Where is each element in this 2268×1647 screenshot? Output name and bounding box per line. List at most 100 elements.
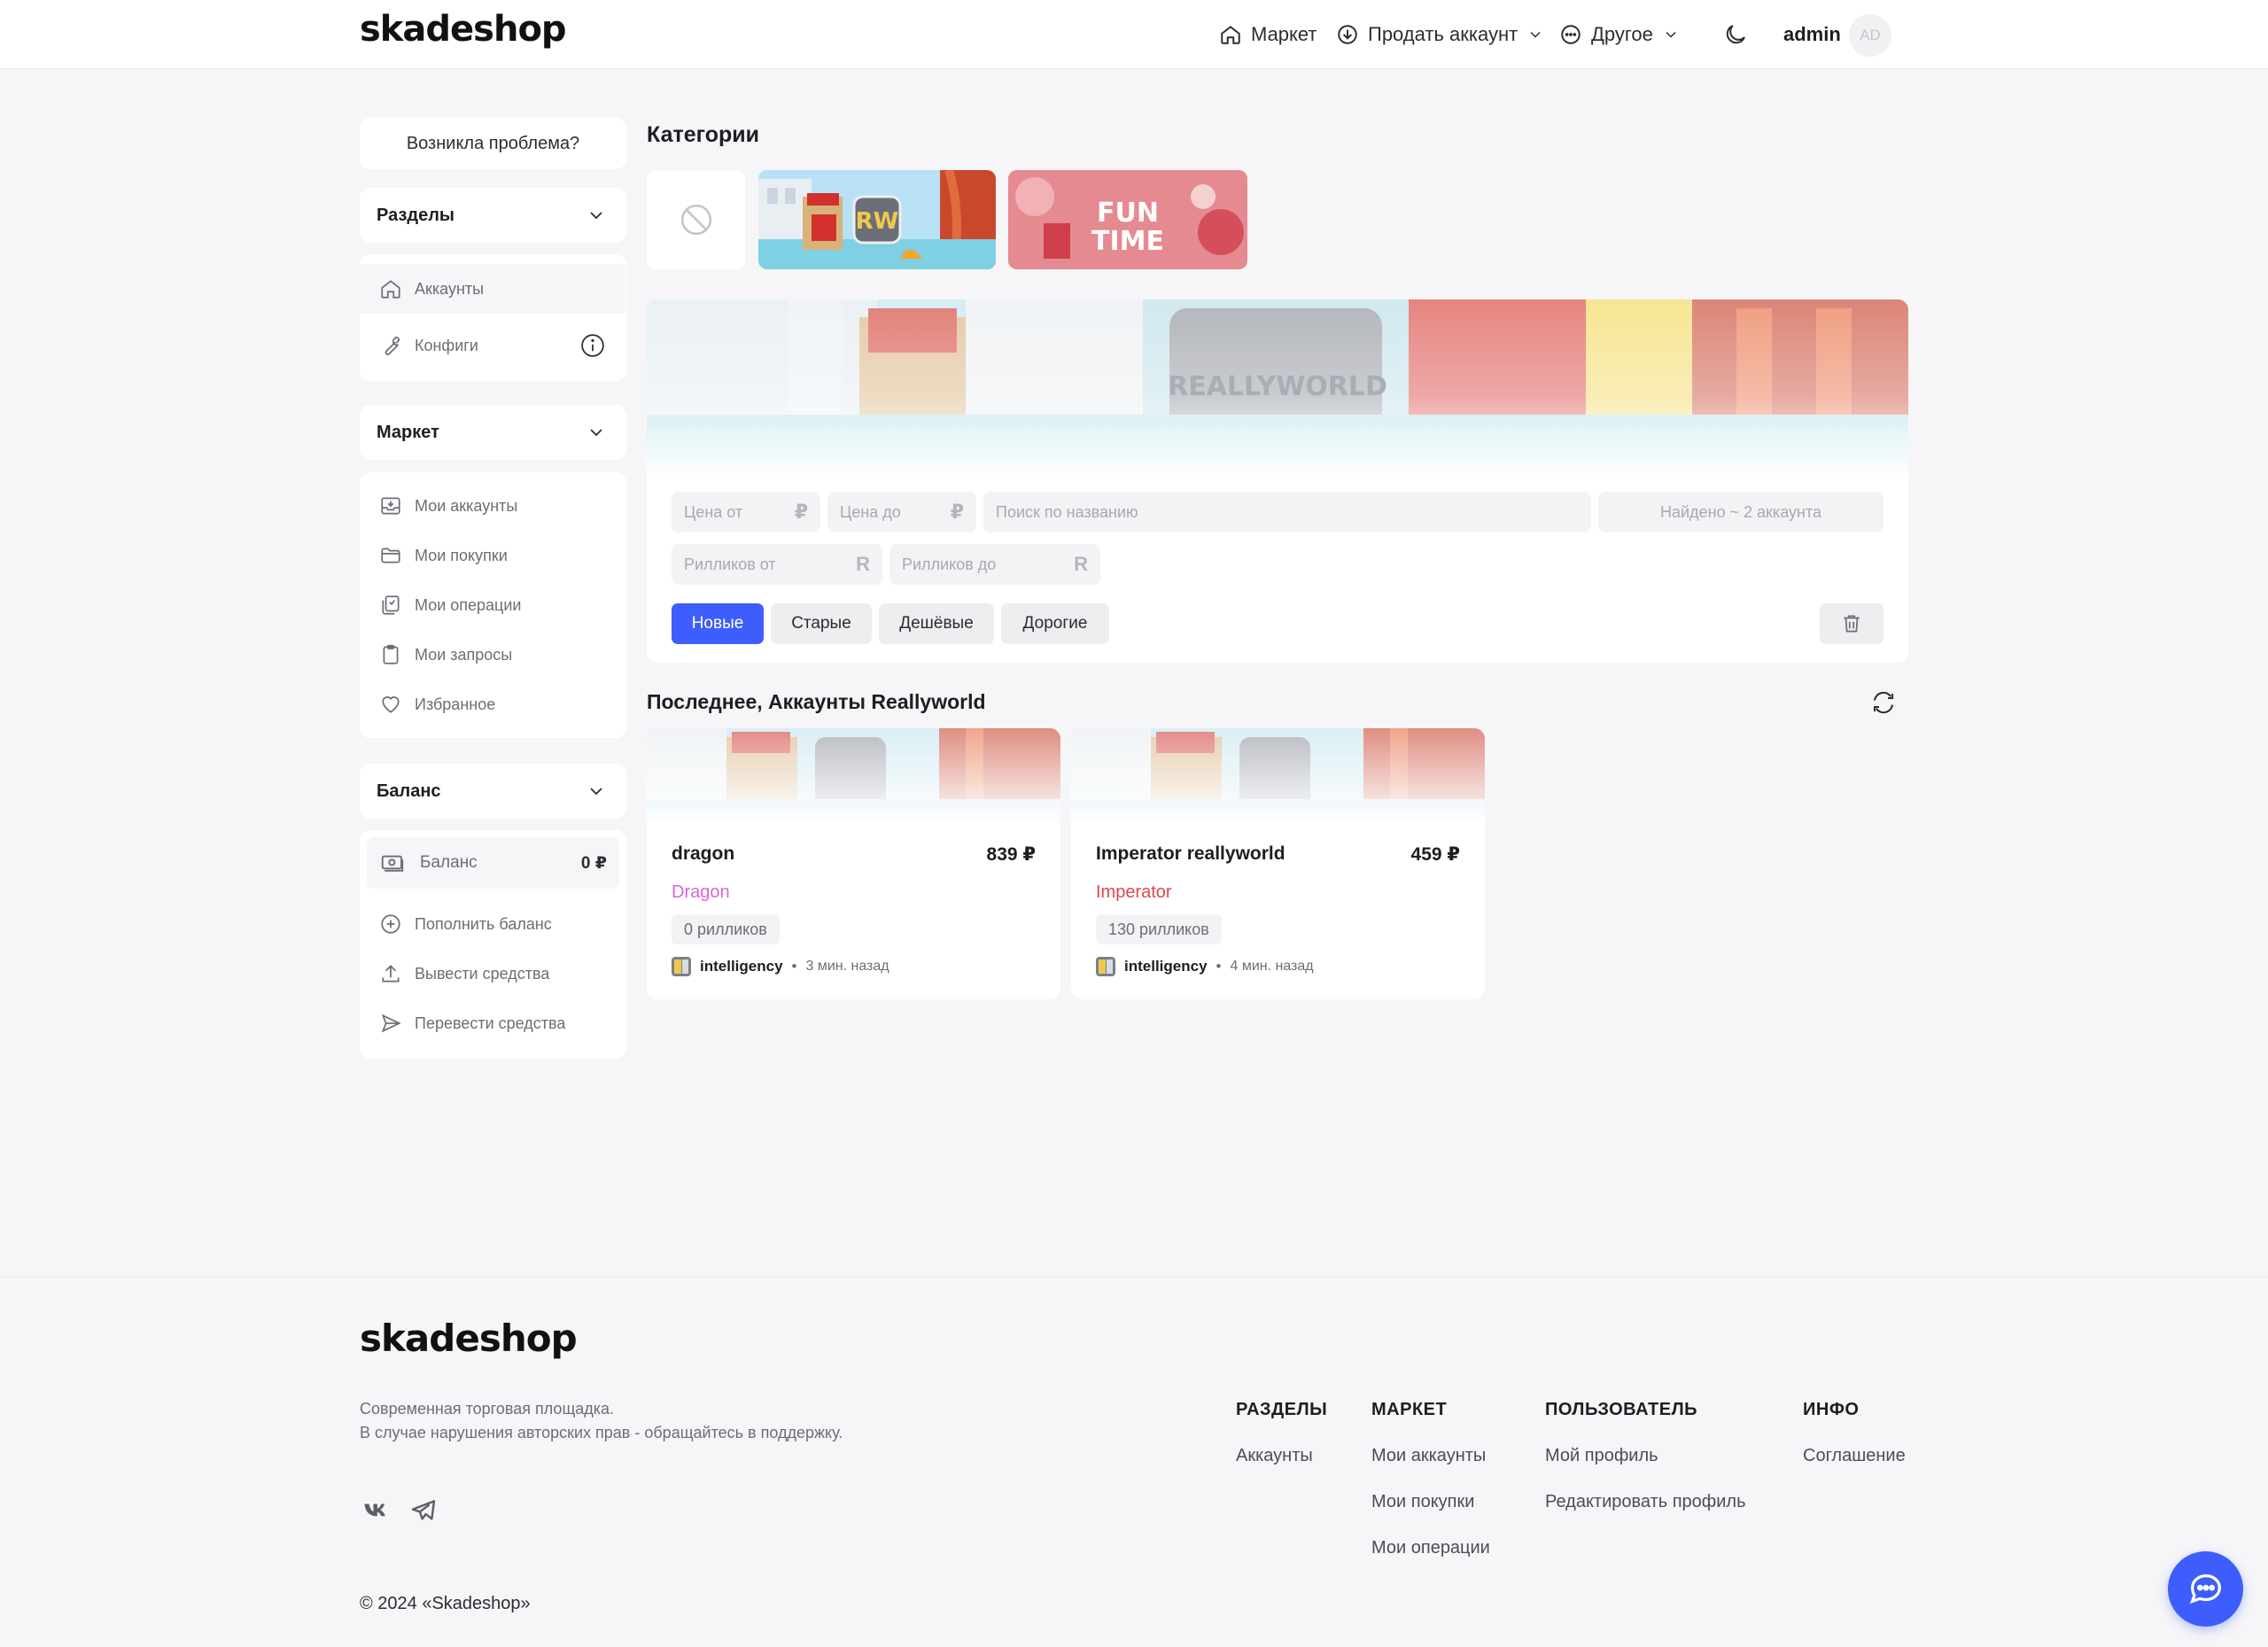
sort-new-button[interactable]: Новые [672,603,764,644]
sidebar-item-configs[interactable]: Конфиги [360,321,625,370]
account-card[interactable]: Imperator reallyworld 459 ₽ Imperator 13… [1071,728,1485,999]
send-icon [381,1014,401,1033]
reallyworld-thumbnail: RW [758,170,996,269]
footer-link[interactable]: Редактировать профиль [1545,1492,1746,1512]
account-banner [647,728,1060,824]
category-reallyworld[interactable]: RW [758,170,996,269]
rillik-to-input[interactable]: Рилликов до R [889,544,1100,585]
banner-title: REALLYWORLD [1168,371,1387,402]
sidebar-item-accounts[interactable]: Аккаунты [360,264,625,314]
found-count-text: Найдено ~ 2 аккаунта [1659,502,1821,521]
footer-link[interactable]: Мой профиль [1545,1446,1658,1466]
telegram-link[interactable] [409,1496,438,1525]
balance-menu: Баланс 0 ₽ Пополнить баланс Вывести сред… [360,830,626,1059]
balance-header[interactable]: Баланс [360,764,626,819]
clear-filters-button[interactable] [1820,603,1884,644]
search-input[interactable]: Поиск по названию [983,492,1591,532]
category-none[interactable] [647,170,745,269]
footer-link[interactable]: Соглашение [1803,1446,1906,1466]
site-logo[interactable]: skadeshop [360,9,567,50]
refresh-button[interactable] [1870,689,1897,716]
footer-col-sections-title: РАЗДЕЛЫ [1236,1400,1328,1419]
nav-other[interactable]: Другое [1559,19,1680,50]
market-header[interactable]: Маркет [360,405,626,460]
footer-col-info-title: ИНФО [1803,1400,1860,1419]
balance-title: Баланс [377,781,441,801]
reallyworld-icon [672,957,691,976]
reallyworld-banner: REALLYWORLD [647,299,1908,477]
heart-icon [382,696,400,713]
balance-row: Баланс 0 ₽ [367,837,619,889]
nav-market[interactable]: Маркет [1219,19,1317,50]
funtime-logo-text: FUN [1097,198,1159,229]
copyright: © 2024 «Skadeshop» [360,1594,531,1613]
footer-col-user-title: ПОЛЬЗОВАТЕЛЬ [1545,1400,1698,1419]
account-seller[interactable]: intelligency • 3 мин. назад [672,957,889,976]
sidebar-item-favorites[interactable]: Избранное [360,680,625,729]
footer-link[interactable]: Мои аккаунты [1371,1446,1486,1466]
account-rilliks: 0 рилликов [672,914,780,944]
category-funtime[interactable]: FUN TIME [1008,170,1247,269]
price-to-input[interactable]: Цена до ₽ [827,492,976,532]
rillik-icon: R [1074,553,1088,575]
account-title: Imperator reallyworld [1096,843,1285,864]
sidebar-item-transfer[interactable]: Перевести средства [360,998,625,1048]
footer-link[interactable]: Мои покупки [1371,1492,1474,1512]
cash-icon [381,855,404,872]
sort-expensive-button[interactable]: Дорогие [1001,603,1109,644]
sidebar-item-label: Мои покупки [415,546,508,564]
site-footer: skadeshop Современная торговая площадка.… [0,1277,2268,1647]
nav-market-label: Маркет [1251,23,1317,45]
nav-sell-account[interactable]: Продать аккаунт [1336,19,1544,50]
sections-menu: Аккаунты Конфиги [360,254,626,381]
chat-icon [2189,1573,2221,1604]
problem-button[interactable]: Возникла проблема? [360,118,626,169]
account-time: 3 мин. назад [805,959,889,974]
sidebar-item-my-accounts[interactable]: Мои аккаунты [360,481,625,531]
sidebar-item-label: Избранное [415,695,496,713]
wrench-icon [384,336,400,355]
sidebar-item-my-operations[interactable]: Мои операции [360,580,625,630]
sidebar-item-my-requests[interactable]: Мои запросы [360,630,625,680]
price-to-placeholder: Цена до [840,502,901,521]
theme-toggle-button[interactable] [1722,21,1751,50]
vk-link[interactable] [360,1497,392,1524]
ban-icon [680,204,711,236]
account-time: 4 мин. назад [1230,959,1314,974]
sidebar-item-topup[interactable]: Пополнить баланс [360,899,625,949]
market-menu: Мои аккаунты Мои покупки Мои операции Мо… [360,472,626,738]
sidebar-item-label: Пополнить баланс [415,914,552,933]
account-seller[interactable]: intelligency • 4 мин. назад [1096,957,1314,976]
support-chat-button[interactable] [2168,1551,2243,1627]
sidebar-item-label: Конфиги [415,336,478,354]
ruble-icon: ₽ [950,501,964,523]
user-name[interactable]: admin [1783,23,1841,46]
account-price: 839 ₽ [986,844,1036,865]
footer-logo[interactable]: skadeshop [360,1317,578,1360]
categories-title: Категории [647,122,759,147]
footer-link[interactable]: Аккаунты [1236,1446,1313,1466]
plus-circle-icon [381,914,400,934]
sort-old-button[interactable]: Старые [771,603,872,644]
sidebar-item-my-purchases[interactable]: Мои покупки [360,531,625,580]
sort-cheap-button[interactable]: Дешёвые [879,603,994,644]
price-from-input[interactable]: Цена от ₽ [672,492,820,532]
nav-sell-label: Продать аккаунт [1368,23,1518,45]
trash-icon [1844,615,1860,633]
chevron-down-icon [1530,31,1541,38]
rillik-from-input[interactable]: Рилликов от R [672,544,882,585]
rillik-to-placeholder: Рилликов до [902,555,997,573]
info-icon[interactable] [579,332,606,359]
sidebar-item-withdraw[interactable]: Вывести средства [360,949,625,998]
chevron-down-icon [590,788,602,796]
sidebar-item-label: Мои запросы [415,645,513,664]
sidebar-item-label: Вывести средства [415,964,550,983]
rillik-from-placeholder: Рилликов от [684,555,776,573]
folder-icon [381,548,400,563]
sections-header[interactable]: Разделы [360,188,626,243]
account-card[interactable]: dragon 839 ₽ Dragon 0 рилликов intellige… [647,728,1060,999]
avatar[interactable]: AD [1849,14,1891,57]
footer-link[interactable]: Мои операции [1371,1538,1490,1558]
account-rank: Dragon [672,882,730,902]
footer-description: Современная торговая площадка. [360,1400,615,1418]
